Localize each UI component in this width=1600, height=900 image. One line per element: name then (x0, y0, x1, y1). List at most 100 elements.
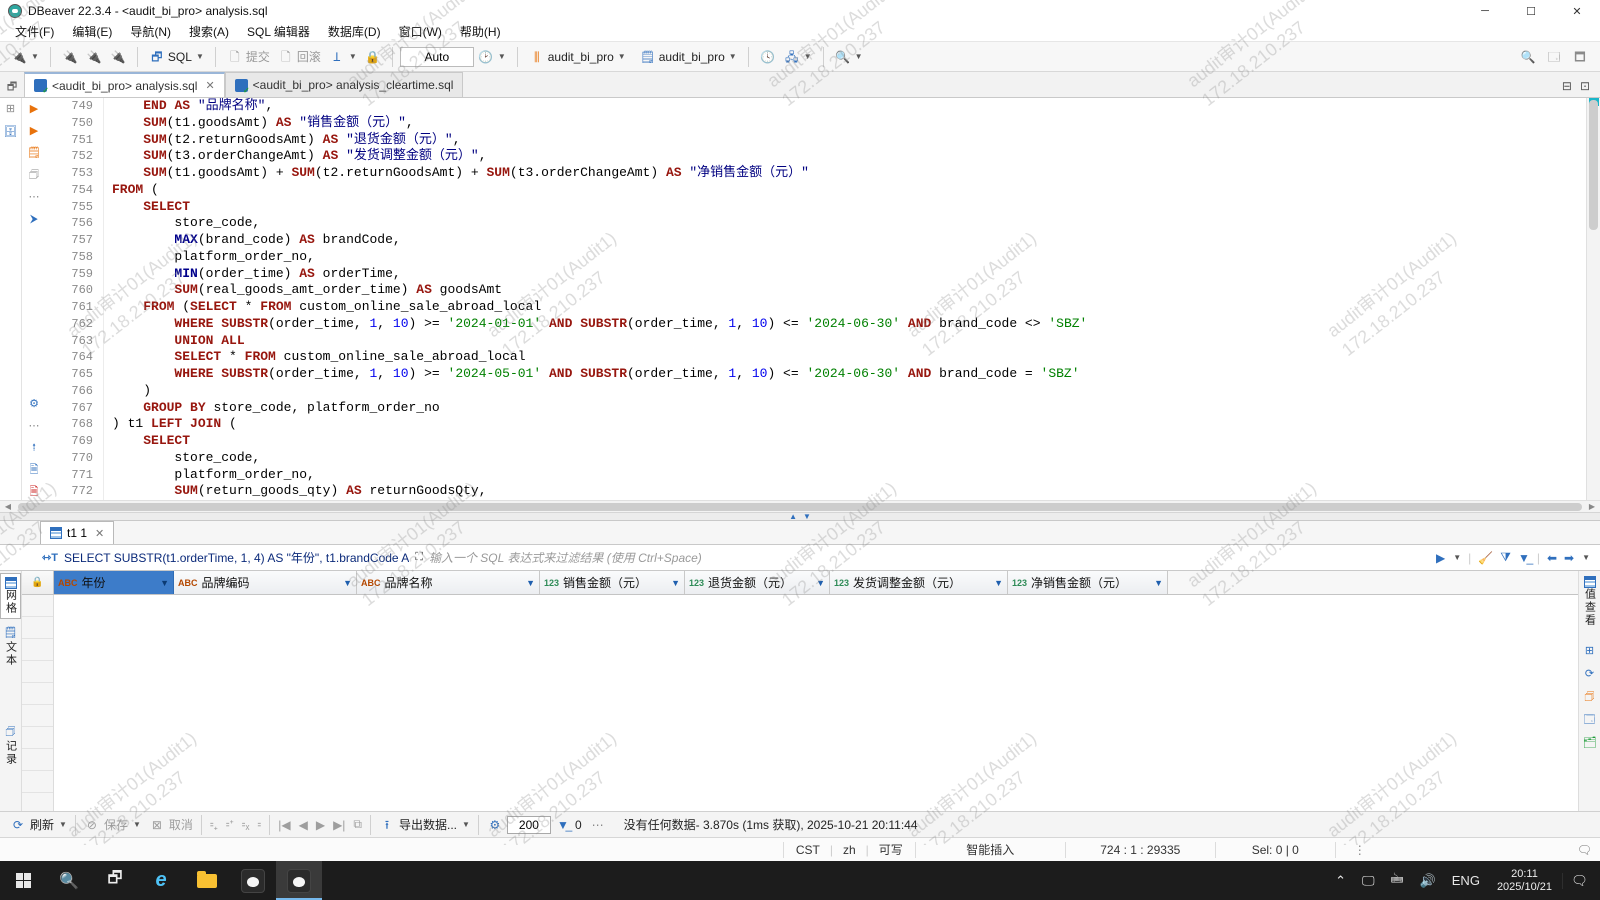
commit-button[interactable]: 🗋提交 (223, 46, 274, 67)
column-header[interactable]: 123发货调整金额（元）▼ (830, 571, 1008, 594)
save-to-file-icon[interactable]: 🗎 (27, 463, 42, 478)
start-button[interactable] (0, 861, 46, 900)
close-button[interactable]: ✕ (1554, 0, 1600, 22)
column-filter-caret-icon[interactable]: ▼ (994, 578, 1003, 588)
apply-filter-icon[interactable]: ▶ (1436, 551, 1445, 565)
column-filter-caret-icon[interactable]: ▼ (526, 578, 535, 588)
nav-caret[interactable]: ▼ (1582, 553, 1590, 562)
delete-row-icon[interactable]: ⹀ₓ (238, 814, 254, 835)
tab-close-icon[interactable]: ✕ (205, 79, 214, 92)
export-from-query-icon[interactable]: ⭫ (27, 441, 42, 456)
taskbar-ie[interactable]: e (138, 861, 184, 900)
column-header[interactable]: ABC年份▼ (54, 571, 174, 594)
column-header[interactable]: 123销售金额（元）▼ (540, 571, 685, 594)
tray-language-label[interactable]: ENG (1445, 873, 1487, 888)
layout-icon[interactable]: 🗖 (1572, 49, 1588, 65)
tab-analysis-cleartime-sql[interactable]: <audit_bi_pro> analysis_cleartime.sql (225, 72, 464, 97)
column-header[interactable]: ABC品牌编码▼ (174, 571, 357, 594)
clear-filter-icon[interactable]: 🧹 (1478, 551, 1493, 565)
editor-settings-gear-icon[interactable]: ⚙ (27, 397, 42, 412)
perspective-icon[interactable]: 🗔 (1546, 49, 1562, 65)
isolation-combo[interactable]: Auto (400, 47, 474, 67)
minimize-editor-icon[interactable]: ⊟ (1562, 79, 1572, 93)
editor-results-sash[interactable]: ▲ ▼ (0, 512, 1600, 521)
taskbar-search-button[interactable]: 🔍 (46, 861, 92, 900)
editor-vertical-scrollbar[interactable] (1586, 98, 1600, 500)
panel-grid-icon[interactable]: ⊞ (1582, 644, 1597, 659)
tab-record-view[interactable]: 🗇 记录 (0, 722, 21, 769)
reconnect-button[interactable]: 🔌 (82, 47, 106, 67)
tray-chevron-icon[interactable]: ⌃ (1328, 873, 1353, 889)
new-connection-button[interactable]: 🔌▼ (7, 47, 43, 67)
server-button[interactable]: 🖧▼ (780, 47, 816, 67)
menu-item[interactable]: 数据库(D) (319, 21, 390, 42)
expand-filter-icon[interactable]: ⛶ (415, 551, 423, 564)
taskbar-clock[interactable]: 20:11 2025/10/21 (1489, 868, 1560, 894)
minimize-button[interactable]: ─ (1462, 0, 1508, 22)
tab-grid-view[interactable]: 网格 (0, 573, 21, 619)
collapse-rows-icon[interactable]: ⹀ (253, 814, 265, 835)
tray-volume-icon[interactable]: 🔊 (1413, 873, 1443, 889)
menu-item[interactable]: 帮助(H) (451, 21, 510, 42)
results-tab-close-icon[interactable]: ✕ (95, 527, 104, 540)
menu-item[interactable]: 窗口(W) (390, 21, 451, 42)
connect-button[interactable]: 🔌 (58, 47, 82, 67)
nav-forward-icon[interactable]: ➡ (1564, 551, 1574, 565)
rollback-button[interactable]: 🗋回滚 (274, 46, 325, 67)
column-filter-caret-icon[interactable]: ▼ (1154, 578, 1163, 588)
menu-item[interactable]: 导航(N) (121, 21, 180, 42)
cancel-button[interactable]: ⊠取消 (145, 814, 197, 835)
notification-bell-icon[interactable]: 🗨 (1577, 843, 1592, 857)
refresh-button[interactable]: ⟳刷新▼ (6, 814, 71, 835)
restore-panel-icon[interactable]: ⊞ (3, 102, 18, 117)
tab-value-viewer[interactable]: 值查看 (1579, 573, 1600, 630)
explain-plan-icon[interactable]: 🗇 (27, 168, 42, 183)
database-navigator-icon[interactable]: 🗄 (3, 125, 18, 140)
execute-script-icon[interactable]: 🗒 (27, 146, 42, 161)
first-page-icon[interactable]: |◀ (274, 816, 294, 834)
column-header[interactable]: ABC品牌名称▼ (357, 571, 540, 594)
results-tab-t1[interactable]: t1 1 ✕ (40, 521, 114, 544)
task-view-button[interactable]: 🗗 (92, 861, 138, 900)
quick-access-search-icon[interactable]: 🔍 (1520, 49, 1536, 65)
tab-analysis-sql[interactable]: <audit_bi_pro> analysis.sql ✕ (24, 72, 225, 97)
column-filter-caret-icon[interactable]: ▼ (671, 578, 680, 588)
more-actions-icon[interactable]: ⋯ (27, 190, 42, 205)
dashboard-button[interactable]: 🕓 (756, 47, 780, 67)
panel-book-icon[interactable]: 🗂 (1582, 736, 1597, 751)
filter-count-button[interactable]: ▼̲0 (551, 815, 586, 835)
fetch-all-icon[interactable]: ⧉ (349, 815, 366, 834)
tray-network-icon[interactable]: 🖵 (1355, 873, 1382, 889)
taskbar-dbeaver-active[interactable] (276, 861, 322, 900)
column-header[interactable]: 123退货金额（元）▼ (685, 571, 830, 594)
grid-empty-area[interactable] (54, 595, 1578, 811)
editor-horizontal-scrollbar[interactable]: ◀ ▶ (0, 500, 1600, 512)
save-button[interactable]: ⊘保存▼ (80, 814, 145, 835)
menu-item[interactable]: 搜索(A) (180, 21, 238, 42)
next-page-icon[interactable]: ▶ (312, 816, 329, 834)
nav-back-icon[interactable]: ⬅ (1547, 551, 1557, 565)
taskbar-explorer[interactable] (184, 861, 230, 900)
column-filter-caret-icon[interactable]: ▼ (816, 578, 825, 588)
filter-funnel-icon[interactable]: ▼̲ (1518, 551, 1530, 565)
filter-settings-icon[interactable]: ⧩ (1500, 550, 1511, 565)
menu-item[interactable]: 编辑(E) (63, 21, 121, 42)
expand-panel-icon[interactable]: ⮞ (27, 212, 42, 227)
panel-layers-icon[interactable]: 🗇 (1582, 690, 1597, 705)
collapse-down-icon[interactable]: ▼ (803, 512, 811, 521)
export-data-button[interactable]: ⭱导出数据...▼ (375, 814, 474, 835)
column-header[interactable]: 123净销售金额（元）▼ (1008, 571, 1168, 594)
scroll-left-icon[interactable]: ◀ (0, 502, 16, 511)
caret-position-label[interactable]: 724 : 1 : 29335 (1100, 843, 1180, 857)
fetch-size-input[interactable]: 200 (507, 816, 551, 834)
filter-history-caret[interactable]: ▼ (1453, 553, 1461, 562)
transaction-log-button[interactable]: 🕑▼ (474, 47, 510, 67)
duplicate-row-icon[interactable]: ⹀⁺ (222, 814, 238, 835)
prev-page-icon[interactable]: ◀ (295, 816, 312, 834)
menu-item[interactable]: 文件(F) (6, 21, 63, 42)
maximize-button[interactable]: ☐ (1508, 0, 1554, 22)
execute-new-tab-icon[interactable]: ▶ (27, 124, 42, 139)
more-actions2-icon[interactable]: ⋯ (27, 419, 42, 434)
panel-layout-icon[interactable]: 🗔 (1582, 713, 1597, 728)
editor-list-icon[interactable]: 🗗 (0, 78, 24, 97)
